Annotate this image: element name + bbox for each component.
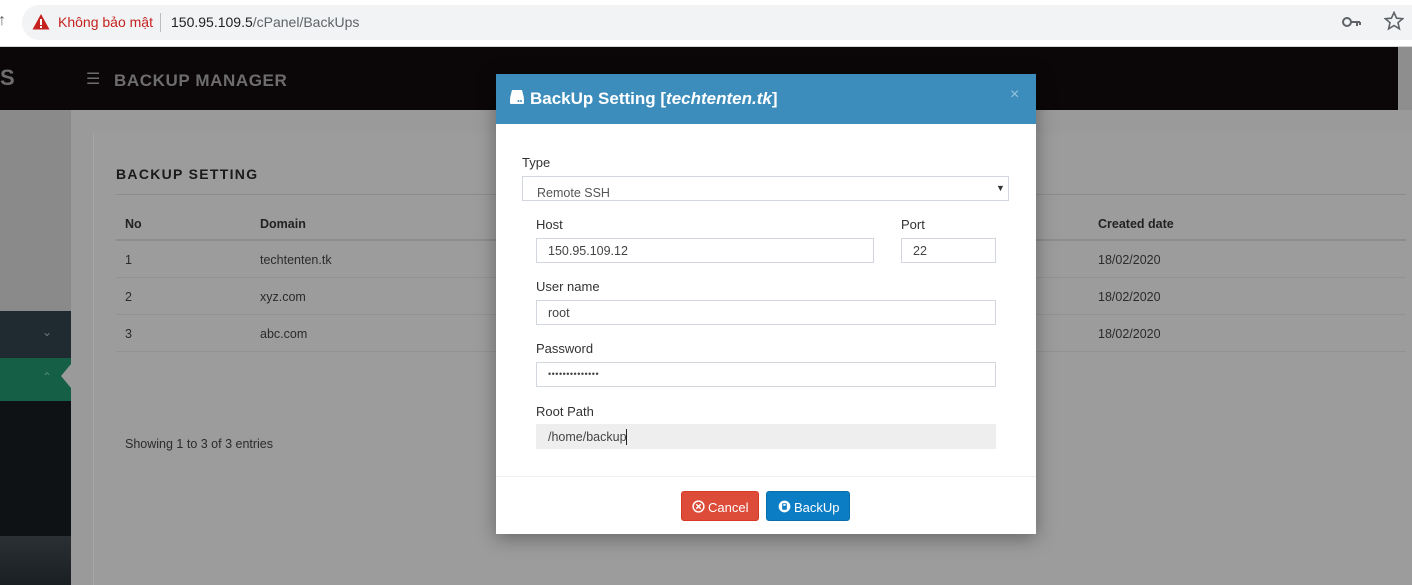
type-label: Type [522, 155, 551, 170]
username-input[interactable]: root [536, 300, 996, 325]
hard-drive-icon [510, 90, 524, 104]
modal-footer-divider [496, 476, 1036, 477]
cell-domain: xyz.com [260, 290, 306, 304]
backup-setting-modal: BackUp Setting [techtenten.tk] × Type Re… [496, 74, 1036, 534]
password-input[interactable]: •••••••••••••• [536, 362, 996, 387]
cell-created-date: 18/02/2020 [1098, 253, 1161, 267]
logo[interactable]: S [0, 65, 15, 91]
root-path-label: Root Path [536, 404, 594, 419]
warning-icon [32, 14, 50, 30]
password-label: Password [536, 341, 594, 356]
back-arrow-icon[interactable]: ↑ [0, 12, 6, 30]
address-bar[interactable]: Không bảo mật 150.95.109.5/cPanel/BackUp… [22, 5, 1412, 40]
column-header-domain[interactable]: Domain [260, 217, 306, 231]
modal-title: BackUp Setting [techtenten.tk] [530, 89, 778, 109]
modal-title-domain: techtenten.tk [666, 89, 772, 108]
column-header-created-date[interactable]: Created date [1098, 217, 1174, 231]
sidebar-image [0, 536, 71, 585]
page-title: BACKUP MANAGER [114, 71, 288, 90]
text-cursor [626, 429, 627, 445]
star-icon[interactable] [1384, 11, 1404, 31]
cell-domain: techtenten.tk [260, 253, 332, 267]
type-select-value: Remote SSH [537, 186, 610, 200]
table-info: Showing 1 to 3 of 3 entries [125, 437, 274, 451]
cell-domain: abc.com [260, 327, 308, 341]
port-input[interactable]: 22 [901, 238, 996, 263]
url-path: /cPanel/BackUps [252, 14, 360, 30]
cell-no: 2 [125, 290, 132, 304]
cell-no: 3 [125, 327, 132, 341]
chevron-down-icon: ⌄ [42, 325, 53, 339]
hamburger-icon[interactable]: ☰ [86, 69, 100, 89]
url-host: 150.95.109.5 [171, 14, 253, 30]
modal-header: BackUp Setting [techtenten.tk] × [496, 74, 1036, 124]
security-label[interactable]: Không bảo mật [58, 14, 153, 30]
backup-icon [778, 500, 791, 513]
root-path-input[interactable]: /home/backup [536, 424, 996, 449]
sidebar-item-collapsed[interactable]: ⌄ [0, 311, 71, 358]
cell-created-date: 18/02/2020 [1098, 327, 1161, 341]
column-header-no[interactable]: No [125, 217, 142, 231]
key-icon[interactable] [1342, 13, 1362, 31]
chevron-up-icon: ⌃ [42, 370, 53, 384]
chevron-down-icon: ▼ [996, 183, 1005, 193]
backup-button[interactable]: BackUp [766, 491, 850, 521]
cell-created-date: 18/02/2020 [1098, 290, 1161, 304]
cancel-button[interactable]: Cancel [681, 491, 759, 521]
backup-button-label: BackUp [794, 500, 840, 515]
host-label: Host [536, 217, 563, 232]
panel-title: BACKUP SETTING [116, 166, 259, 182]
port-label: Port [901, 217, 925, 232]
scrollbar[interactable] [1398, 47, 1412, 110]
type-select[interactable]: Remote SSH ▼ [522, 176, 1009, 201]
active-indicator [61, 364, 71, 388]
username-label: User name [536, 279, 600, 294]
close-icon[interactable]: × [1010, 86, 1019, 104]
cancel-circle-icon [692, 500, 705, 513]
modal-title-suffix: ] [771, 89, 778, 108]
host-input[interactable]: 150.95.109.12 [536, 238, 874, 263]
sidebar-submenu [0, 401, 71, 536]
url-divider [160, 13, 161, 32]
browser-toolbar: ↑ Không bảo mật 150.95.109.5/cPanel/Back… [0, 0, 1412, 47]
modal-title-prefix: BackUp Setting [ [530, 89, 667, 108]
cell-no: 1 [125, 253, 132, 267]
url-text[interactable]: 150.95.109.5/cPanel/BackUps [171, 14, 359, 30]
cancel-button-label: Cancel [708, 500, 749, 515]
